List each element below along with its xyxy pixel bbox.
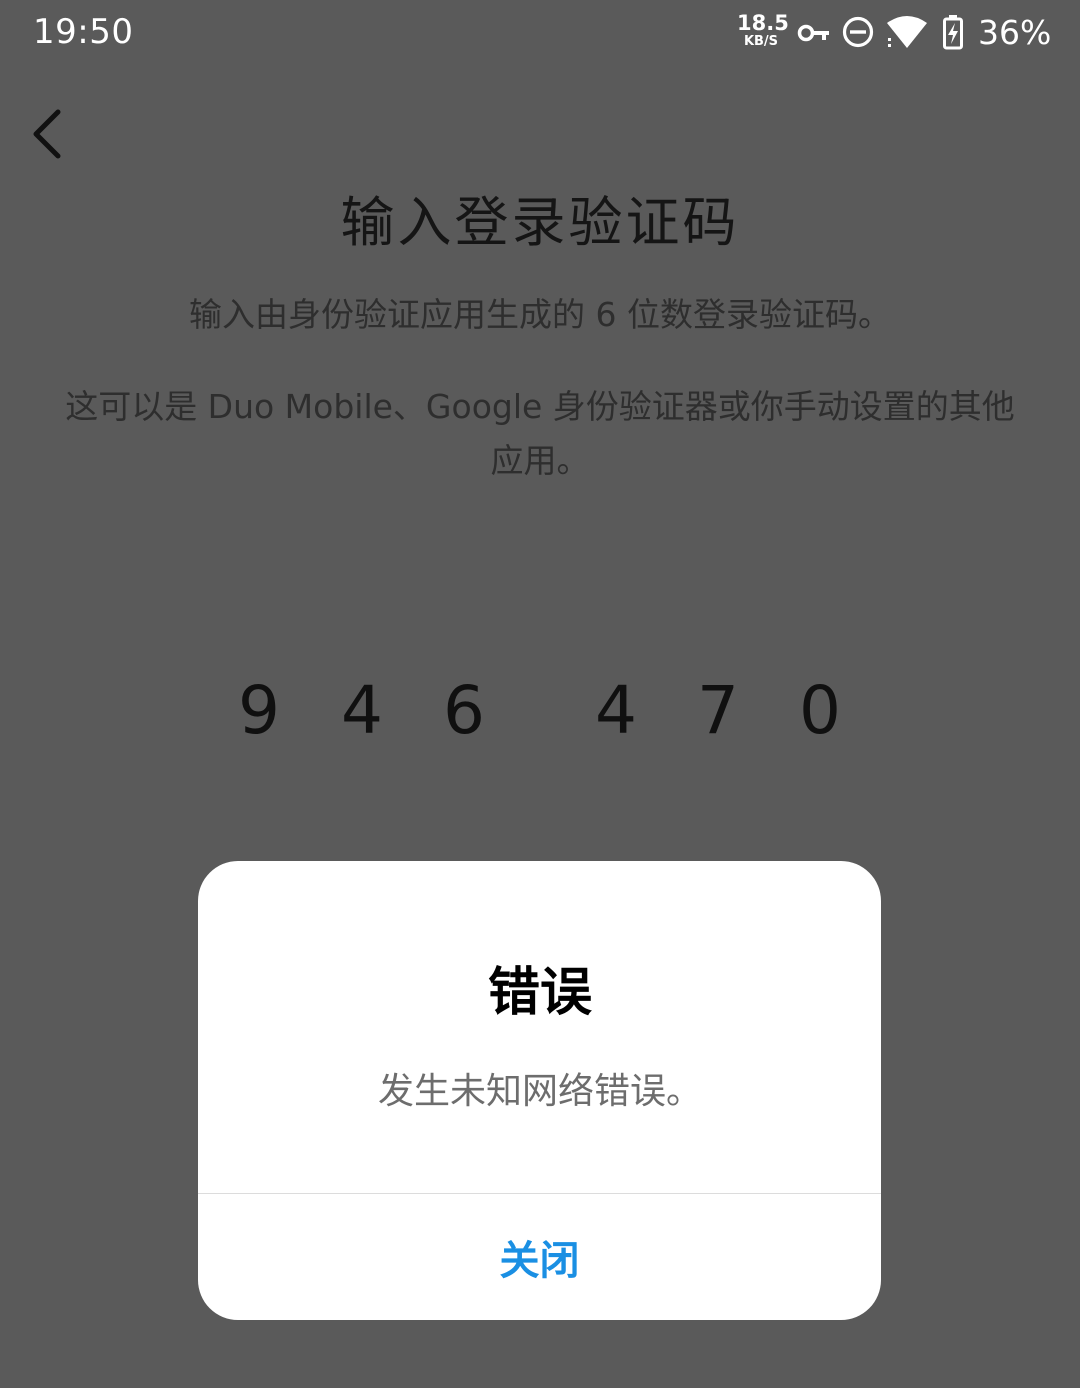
wifi-icon	[887, 16, 927, 48]
battery-charging-icon	[943, 15, 963, 50]
code-digit-4[interactable]: 4	[586, 672, 646, 749]
do-not-disturb-icon	[842, 16, 874, 48]
status-bar: 19:50 18.5 KB/S 36%	[0, 0, 1080, 70]
status-time: 19:50	[33, 12, 134, 52]
code-description: 输入由身份验证应用生成的 6 位数登录验证码。	[189, 295, 891, 334]
back-button[interactable]	[22, 104, 78, 164]
code-digit-5[interactable]: 7	[688, 672, 748, 749]
close-button[interactable]: 关闭	[198, 1194, 881, 1320]
network-speed-value: 18.5	[737, 11, 789, 35]
code-digit-6[interactable]: 0	[790, 672, 850, 749]
chevron-left-icon	[33, 109, 61, 159]
dialog-title: 错误	[487, 963, 592, 1023]
code-digit-2[interactable]: 4	[332, 672, 392, 749]
page-title: 输入登录验证码	[340, 191, 740, 254]
code-digit-3[interactable]: 6	[434, 672, 494, 749]
network-speed: 18.5 KB/S	[737, 11, 789, 49]
code-digit-1[interactable]: 9	[229, 672, 289, 749]
battery-percentage: 36%	[978, 13, 1052, 52]
authenticator-apps-hint: 这可以是 Duo Mobile、Google 身份验证器或你手动设置的其他应用。	[65, 387, 1015, 480]
dialog-message: 发生未知网络错误。	[377, 1071, 702, 1112]
vpn-key-icon	[797, 24, 829, 42]
network-speed-unit: KB/S	[743, 34, 779, 49]
